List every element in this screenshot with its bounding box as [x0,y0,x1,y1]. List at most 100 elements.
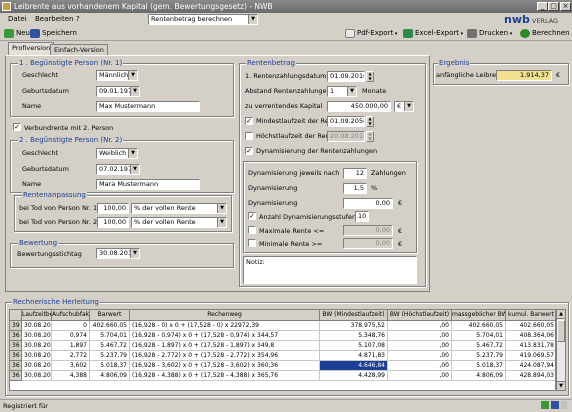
hoechst-spinner[interactable]: ▲ ▼ [366,131,374,142]
new-button[interactable]: Neu [3,27,30,40]
save-button[interactable]: Speichern [29,27,77,40]
table-cell-kumul[interactable]: 402.660,05 [506,321,555,331]
table-cell-massgeblich[interactable]: 5.018,37 [452,361,506,371]
table-header-barwert[interactable]: Barwert [90,310,130,321]
table-cell-rechenweg[interactable]: (16,928 - 1,897) x 0 + (17,528 - 1,897) … [130,341,320,351]
menu-help[interactable]: ? [76,15,80,23]
person1-dob-picker[interactable]: 09.01.1976 ▼ [96,86,140,97]
resize-grip-icon[interactable] [561,401,567,409]
table-header-laufzeitbeginn[interactable]: Laufzeitbeginn [22,310,52,321]
table-cell-barwert[interactable]: 5.467,72 [90,341,130,351]
table-cell-rechenweg[interactable]: (16,928 - 3,602) x 0 + (17,528 - 3,602) … [130,361,320,371]
person2-dob-picker[interactable]: 07.02.1979 ▼ [96,164,140,175]
table-cell-bw-mindest[interactable]: 5.348,76 [320,331,388,341]
anpassung-row2-select[interactable]: % der vollen Rente ▼ [131,217,227,228]
table-header-massgeblich[interactable]: massgeblicher BW [452,310,506,321]
table-cell-rownum[interactable]: 36 [10,351,22,361]
pdf-export-button[interactable]: Pdf-Export ▾ [344,27,397,40]
dyn-pct-input[interactable]: 1,5 [343,183,367,194]
herleitung-table[interactable]: Laufzeitbeginn Aufschubfaktor Barwert Re… [9,309,556,391]
table-cell-massgeblich[interactable]: 4.806,09 [452,371,506,381]
person1-gender-select[interactable]: Männlich ▼ [96,70,138,81]
table-cell-laufzeitbeginn[interactable]: 30.08.2010 [22,321,52,331]
first-payment-input[interactable]: 01.09.2010 [327,71,365,82]
close-button[interactable]: × [560,2,571,11]
table-cell-aufschubfaktor[interactable]: 0,974 [52,331,90,341]
table-cell-aufschubfaktor[interactable]: 3,602 [52,361,90,371]
table-cell-bw-hoechst[interactable]: ,00 [388,321,452,331]
table-cell-aufschubfaktor[interactable]: 1,897 [52,341,90,351]
table-cell-barwert[interactable]: 402.660,05 [90,321,130,331]
notiz-textarea[interactable]: Notiz: [243,256,417,284]
table-cell-rechenweg[interactable]: (16,928 - 4,388) x 0 + (17,528 - 4,388) … [130,371,320,381]
table-cell-bw-mindest[interactable]: 5.107,08 [320,341,388,351]
anzahl-input[interactable]: 10 [355,211,369,222]
calculate-button[interactable]: Berechnen [519,27,570,40]
table-cell-bw-hoechst[interactable]: ,00 [388,361,452,371]
table-cell-laufzeitbeginn[interactable]: 30.08.2012 [22,341,52,351]
kapital-currency-select[interactable]: € ▼ [394,101,414,112]
table-cell-massgeblich[interactable]: 5.467,72 [452,341,506,351]
menu-datei[interactable]: Datei [8,15,27,23]
table-cell-bw-hoechst[interactable]: ,00 [388,351,452,361]
table-cell-aufschubfaktor[interactable]: 4,388 [52,371,90,381]
table-header-rechenweg[interactable]: Rechenweg [130,310,320,321]
table-cell-rechenweg[interactable]: (16,928 - 0,974) x 0 + (17,528 - 0,974) … [130,331,320,341]
table-cell-massgeblich[interactable]: 5.704,01 [452,331,506,341]
table-cell-bw-hoechst[interactable]: ,00 [388,371,452,381]
table-cell-rownum[interactable]: 36 [10,361,22,371]
menu-bearbeiten[interactable]: Bearbeiten [35,15,73,23]
mindest-checkbox[interactable]: ✓ [245,117,253,125]
table-header-kumul[interactable]: kumul. Barwert [506,310,555,321]
table-cell-bw-mindest[interactable]: 4.646,84 [320,361,388,371]
abstand-select[interactable]: 1 ▼ [327,86,357,97]
min-checkbox[interactable] [248,239,256,247]
excel-export-button[interactable]: Excel-Export ▾ [402,27,463,40]
table-cell-bw-hoechst[interactable]: ,00 [388,341,452,351]
maximize-button[interactable]: □ [548,2,559,11]
dyn-jeweils-input[interactable]: 12 [343,168,367,179]
hoechst-input[interactable]: 20.08.2010 [327,131,365,142]
table-cell-kumul[interactable]: 408.364,06 [506,331,555,341]
mindest-spinner[interactable]: ▲ ▼ [366,116,374,127]
max-checkbox[interactable] [248,226,256,234]
table-cell-barwert[interactable]: 5.018,37 [90,361,130,371]
table-cell-laufzeitbeginn[interactable]: 30.08.2013 [22,351,52,361]
table-cell-laufzeitbeginn[interactable]: 30.08.2014 [22,361,52,371]
person2-gender-select[interactable]: Weiblich ▼ [96,148,138,159]
tab-profiversion[interactable]: Profiversion [8,42,55,55]
anpassung-row1-input[interactable]: 100,00 [97,203,129,214]
table-cell-rownum[interactable]: 39 [10,321,22,331]
table-cell-rechenweg[interactable]: (16,928 - 2,772) x 0 + (17,528 - 2,772) … [130,351,320,361]
first-payment-spinner[interactable]: ▲ ▼ [366,71,374,82]
scroll-down-icon[interactable]: ▼ [557,381,565,390]
table-cell-bw-mindest[interactable]: 4.871,83 [320,351,388,361]
table-cell-laufzeitbeginn[interactable]: 30.08.2011 [22,331,52,341]
table-cell-barwert[interactable]: 5.704,01 [90,331,130,341]
table-cell-kumul[interactable]: 413.831,78 [506,341,555,351]
table-cell-bw-mindest[interactable]: 378.975,52 [320,321,388,331]
scroll-up-icon[interactable]: ▲ [557,310,565,319]
minimize-button[interactable]: _ [537,2,548,11]
person2-name-input[interactable]: Mara Mustermann [96,179,200,190]
person1-name-input[interactable]: Max Mustermann [96,101,200,112]
mode-select[interactable]: Rentenbetrag berechnen ▼ [148,14,258,25]
min-input[interactable]: 0,00 [343,238,393,249]
print-button[interactable]: Drucken ▾ [466,27,512,40]
bewertung-date-picker[interactable]: 30.08.2010 ▼ [96,248,140,259]
anpassung-row2-input[interactable]: 100,00 [97,217,129,228]
table-cell-rownum[interactable]: 36 [10,371,22,381]
table-cell-rownum[interactable]: 36 [10,331,22,341]
table-cell-rechenweg[interactable]: (16,928 - 0) x 0 + (17,528 - 0) x 22972,… [130,321,320,331]
table-header-aufschubfaktor[interactable]: Aufschubfaktor [52,310,90,321]
hoechst-checkbox[interactable] [245,132,253,140]
table-cell-massgeblich[interactable]: 5.237,79 [452,351,506,361]
table-cell-bw-mindest[interactable]: 4.428,99 [320,371,388,381]
table-cell-kumul[interactable]: 428.894,03 [506,371,555,381]
table-cell-bw-hoechst[interactable]: ,00 [388,331,452,341]
max-input[interactable]: 0,00 [343,225,393,236]
table-header-bw-mindest[interactable]: BW (Mindestlaufzeit) [320,310,388,321]
dyn-abs-input[interactable]: 0,00 [343,198,393,209]
kapital-input[interactable]: 450.000,00 [327,101,391,112]
table-cell-aufschubfaktor[interactable]: 2,772 [52,351,90,361]
